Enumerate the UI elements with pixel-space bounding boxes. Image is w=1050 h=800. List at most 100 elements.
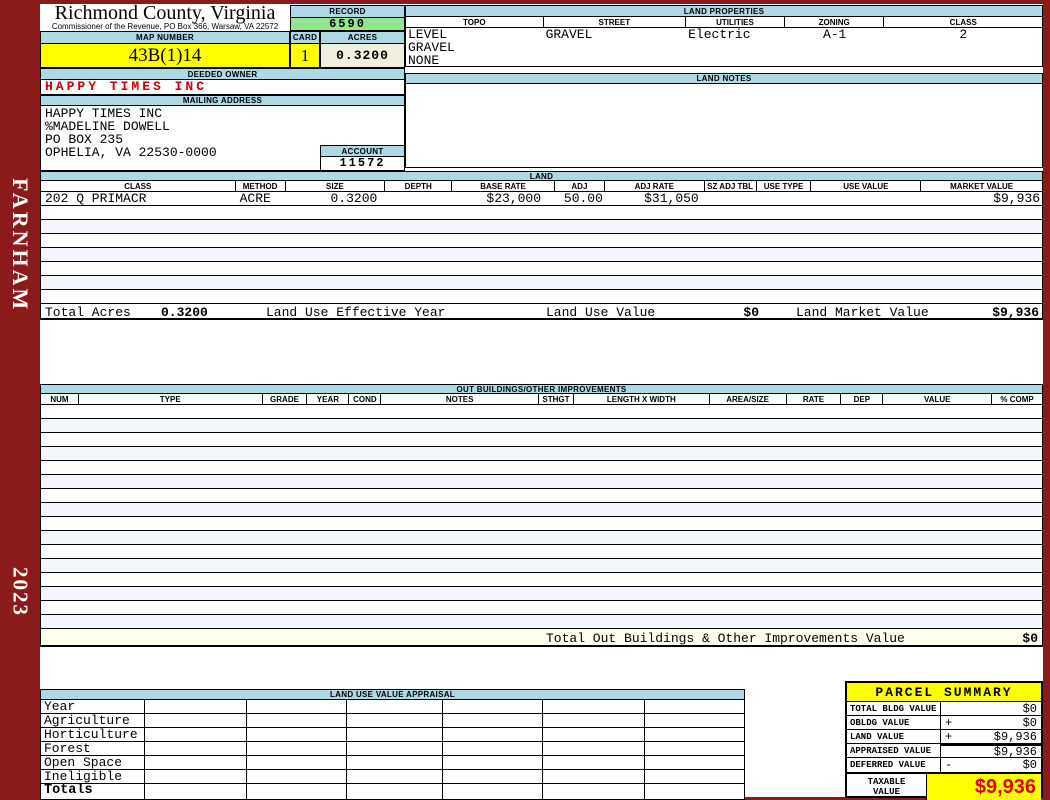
appraisal-cell: [645, 756, 746, 770]
land-properties-value: GRAVEL: [545, 27, 593, 42]
land-properties-row: GRAVEL: [406, 41, 1042, 54]
out-buildings-col-header-1: TYPE: [79, 394, 263, 404]
land-properties-value: [884, 41, 1042, 54]
land-data-cell: ACRE: [239, 191, 271, 206]
appraisal-row: Ineligible: [41, 770, 746, 784]
appraisal-row-label: Horticulture: [41, 728, 145, 742]
total-acres-label: Total Acres: [45, 305, 131, 320]
taxable-value-label: TAXABLE VALUE: [867, 777, 906, 797]
out-buildings-empty-row: [41, 433, 1042, 447]
appraisal-cell: [645, 784, 746, 800]
appraisal-row: Horticulture: [41, 728, 746, 742]
appraisal-cell: [246, 784, 347, 800]
land-col-header-1: METHOD: [236, 181, 286, 191]
parcel-row-label: TOTAL BLDG VALUE: [847, 702, 941, 715]
out-buildings-empty-row: [41, 447, 1042, 461]
total-acres-value: 0.3200: [161, 305, 208, 320]
parcel-row-sign: -: [945, 758, 953, 772]
out-buildings-empty-row: [41, 461, 1042, 475]
land-header-row: CLASS METHOD SIZE DEPTH BASE RATE ADJ ADJ RATE…: [40, 181, 1043, 192]
out-buildings-rows: [40, 405, 1043, 629]
map-number-value: 43B(1)14: [40, 44, 290, 68]
appraisal-cell: [346, 770, 444, 784]
parcel-summary-row: APPRAISED VALUE $9,936: [847, 744, 1041, 759]
land-properties-value: [785, 41, 885, 54]
appraisal-cell: [443, 714, 544, 728]
out-buildings-title: OUT BUILDINGS/OTHER IMPROVEMENTS: [40, 384, 1043, 394]
out-buildings-total-row: Total Out Buildings & Other Improvements…: [40, 629, 1043, 647]
appraisal-cell: [246, 756, 347, 770]
out-buildings-col-header-3: YEAR: [307, 394, 350, 404]
parcel-row-sign: +: [945, 715, 953, 730]
appraisal-cell: [144, 728, 247, 742]
land-properties-row: LEVEL GRAVEL Electric A-1 2: [406, 28, 1042, 41]
out-buildings-col-header-7: LENGTH X WIDTH: [574, 394, 710, 404]
appraisal-row-label: Ineligible: [41, 770, 145, 784]
out-buildings-empty-row: [41, 503, 1042, 517]
appraisal-row-label: Open Space: [41, 756, 145, 770]
deeded-owner-value: HAPPY TIMES INC: [40, 80, 405, 95]
land-col-header-3: DEPTH: [385, 181, 453, 191]
out-buildings-empty-row: [41, 587, 1042, 601]
out-buildings-empty-row: [41, 517, 1042, 531]
land-empty-rows: [40, 206, 1043, 304]
appraisal-cell: [144, 756, 247, 770]
out-buildings-col-header-9: RATE: [787, 394, 842, 404]
card-value: 1: [290, 44, 320, 68]
parcel-row-value-cell: + $0: [941, 715, 1041, 730]
appraisal-cell: [543, 728, 646, 742]
land-col-header-4: BASE RATE: [452, 181, 555, 191]
out-buildings-empty-row: [41, 405, 1042, 419]
land-notes-title: LAND NOTES: [405, 73, 1043, 84]
parcel-row-label: DEFERRED VALUE: [847, 758, 941, 772]
appraisal-cell: [246, 742, 347, 756]
county-header: Richmond County, Virginia Commissioner o…: [40, 3, 290, 31]
land-totals-row: Total Acres 0.3200 Land Use Effective Ye…: [40, 304, 1043, 320]
appraisal-cell: [246, 714, 347, 728]
land-properties-col-header-0: TOPO: [406, 17, 544, 27]
land-data-cell: 50.00: [563, 191, 603, 206]
land-properties-value: [544, 41, 687, 54]
appraisal-cell: [443, 742, 544, 756]
land-col-header-9: USE VALUE: [811, 181, 922, 191]
appraisal-cell: [443, 756, 544, 770]
appraisal-cell: [443, 784, 544, 800]
appraisal-cell: [144, 700, 247, 714]
parcel-summary: PARCEL SUMMARY TOTAL BLDG VALUE $0 OBLDG V…: [845, 681, 1043, 800]
acres-value: 0.3200: [320, 44, 405, 68]
out-buildings-col-header-8: AREA/SIZE: [710, 394, 787, 404]
land-col-header-8: USE TYPE: [757, 181, 812, 191]
appraisal-cell: [346, 742, 444, 756]
out-buildings-col-header-11: VALUE: [883, 394, 993, 404]
taxable-label-cell: TAXABLE VALUE: [847, 774, 927, 800]
land-properties-value: [544, 54, 687, 67]
sidebar-district-label: FARNHAM: [8, 177, 33, 313]
out-buildings-total-value: $0: [1022, 631, 1038, 646]
parcel-row-label: OBLDG VALUE: [847, 716, 941, 729]
land-properties-col-header-3: ZONING: [785, 17, 885, 27]
appraisal-cell: [543, 714, 646, 728]
appraisal-row-label: Forest: [41, 742, 145, 756]
land-properties-value: [884, 54, 1042, 67]
parcel-row-value-cell: - $0: [941, 758, 1041, 772]
out-buildings-col-header-6: STHGT: [539, 394, 574, 404]
appraisal-row: Open Space: [41, 756, 746, 770]
land-data-cell: $23,000: [486, 191, 541, 206]
county-subtitle: Commissioner of the Revenue, PO Box 366,…: [51, 22, 279, 31]
land-use-value: $0: [743, 305, 759, 320]
parcel-summary-row: LAND VALUE + $9,936: [847, 730, 1041, 744]
land-properties-value: [686, 41, 785, 54]
appraisal-row-label: Totals: [41, 784, 145, 800]
appraisal-cell: [246, 700, 347, 714]
property-record-card: FARNHAM 2023 Richmond County, Virginia C…: [0, 0, 1050, 800]
parcel-row-value-cell: $9,936: [941, 744, 1041, 759]
land-market-value: $9,936: [992, 305, 1039, 320]
out-buildings-empty-row: [41, 559, 1042, 573]
appraisal-row-label: Year: [41, 700, 145, 714]
land-empty-row: [41, 206, 1042, 220]
land-properties-value: A-1: [822, 27, 847, 42]
land-empty-row: [41, 276, 1042, 290]
appraisal-cell: [346, 700, 444, 714]
parcel-row-value: $9,936: [993, 729, 1037, 744]
land-properties-row: NONE: [406, 54, 1042, 67]
